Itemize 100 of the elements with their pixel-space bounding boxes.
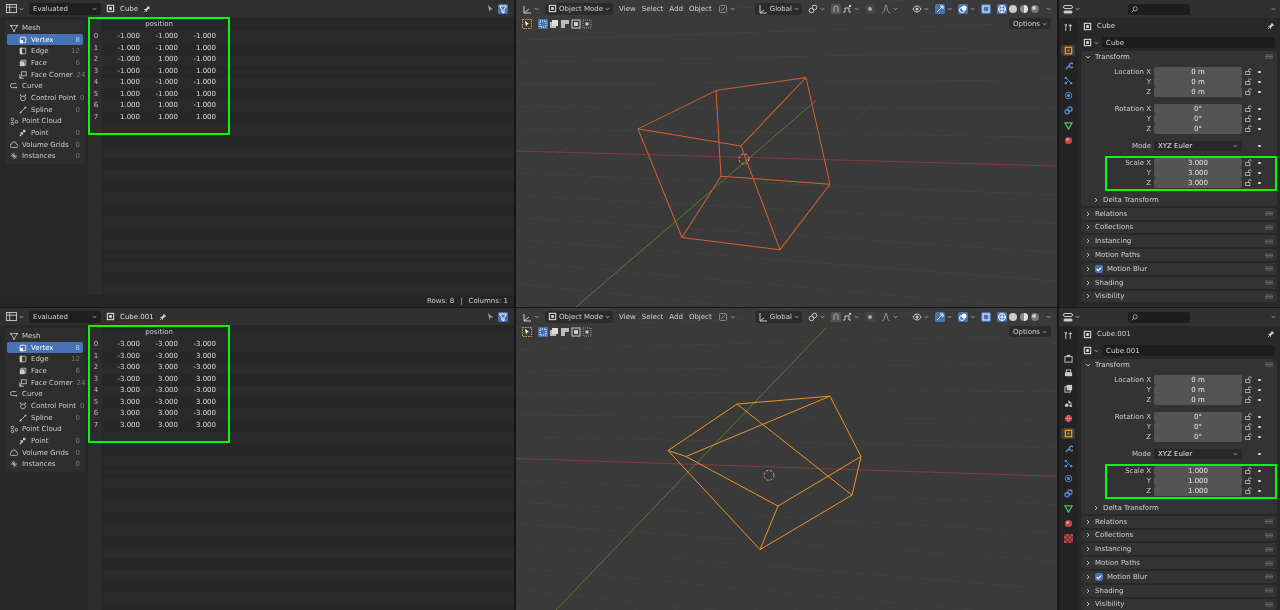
keyframe-dot[interactable] [1258,90,1261,94]
lock-icon[interactable] [1245,68,1252,76]
keyframe-dot[interactable] [1258,479,1261,483]
lock-icon[interactable] [1245,413,1252,421]
options-dropdown-button[interactable] [1271,7,1276,11]
keyframe-dot[interactable] [1258,425,1261,429]
editor-type-button[interactable] [1063,312,1080,322]
filter-icon[interactable] [498,3,508,14]
cursor-arrow-icon[interactable] [486,312,495,321]
snap-button[interactable] [842,3,860,14]
keyframe-dot[interactable] [1258,70,1261,74]
keyframe-dot[interactable] [1258,415,1261,419]
falloff-button[interactable] [881,3,899,14]
overlay-button[interactable] [958,3,975,14]
editor-type-button[interactable] [522,311,539,322]
intersect-selection-icon[interactable] [582,18,592,29]
select-box-icon[interactable] [522,18,532,29]
properties-tab[interactable] [1061,488,1075,499]
properties-tab[interactable] [1061,428,1075,439]
object-type-button[interactable] [1083,38,1099,47]
keyframe-dot[interactable] [1258,117,1261,121]
options-dropdown-button[interactable] [1271,315,1276,319]
pivot-point-button[interactable] [808,3,826,14]
properties-tab[interactable] [1061,353,1075,364]
keyframe-dot[interactable] [1258,80,1261,84]
lock-icon[interactable] [1245,169,1252,177]
keyframe-dot[interactable] [1258,378,1261,382]
rendered-sphere-icon[interactable] [1030,3,1040,14]
invert-selection-icon[interactable] [571,18,581,29]
gizmo-button[interactable] [935,3,952,14]
editor-type-button[interactable] [522,3,539,14]
subtract-selection-icon[interactable] [560,18,570,29]
material-sphere-icon[interactable] [1019,311,1029,322]
wireframe-sphere-icon[interactable] [997,311,1007,322]
proportional-icon[interactable] [865,311,876,322]
subtract-selection-icon[interactable] [560,326,570,337]
keyframe-dot[interactable] [1258,398,1261,402]
transform-pivot-button[interactable] [717,3,735,14]
transform-pivot-button[interactable] [717,311,735,322]
search-field[interactable] [1128,311,1190,323]
new-selection-icon[interactable] [538,18,548,29]
lock-icon[interactable] [1245,115,1252,123]
lock-icon[interactable] [1245,477,1252,485]
keyframe-dot[interactable] [1258,107,1261,111]
keyframe-dot[interactable] [1258,489,1261,493]
overlay-button[interactable] [958,311,975,322]
lock-icon[interactable] [1245,125,1252,133]
checkbox[interactable] [1095,572,1103,581]
lock-icon[interactable] [1245,386,1252,394]
lock-icon[interactable] [1245,396,1252,404]
properties-tab[interactable] [1061,383,1075,394]
keyframe-dot[interactable] [1258,127,1261,131]
invert-selection-icon[interactable] [571,326,581,337]
lock-icon[interactable] [1245,105,1252,113]
solid-sphere-icon[interactable] [1008,311,1018,322]
keyframe-dot[interactable] [1258,435,1261,439]
select-box-icon[interactable] [522,326,532,337]
rendered-sphere-icon[interactable] [1030,311,1040,322]
lock-icon[interactable] [1245,159,1252,167]
search-field[interactable] [1128,3,1190,15]
lock-icon[interactable] [1245,433,1252,441]
cube-wireframe[interactable] [667,395,862,551]
lock-icon[interactable] [1245,467,1252,475]
new-selection-icon[interactable] [538,326,548,337]
properties-tab[interactable] [1061,330,1075,341]
filter-icon[interactable] [498,311,508,322]
cursor-arrow-icon[interactable] [486,4,495,13]
keyframe-dot[interactable] [1258,144,1261,148]
xray-icon[interactable] [981,311,991,322]
keyframe-dot[interactable] [1258,388,1261,392]
editor-type-button[interactable] [6,312,24,321]
properties-tab[interactable] [1061,120,1075,131]
keyframe-dot[interactable] [1258,469,1261,473]
xray-icon[interactable] [981,3,991,14]
lock-icon[interactable] [1245,487,1252,495]
extend-selection-icon[interactable] [549,326,559,337]
properties-tab[interactable] [1061,45,1075,56]
magnet-icon[interactable] [831,3,842,14]
checkbox[interactable] [1095,264,1103,273]
magnet-icon[interactable] [831,311,842,322]
snap-button[interactable] [842,311,860,322]
keyframe-dot[interactable] [1258,452,1261,456]
falloff-button[interactable] [881,311,899,322]
pivot-point-button[interactable] [808,311,826,322]
lock-icon[interactable] [1245,376,1252,384]
intersect-selection-icon[interactable] [582,326,592,337]
properties-tab[interactable] [1061,105,1075,116]
lock-icon[interactable] [1245,88,1252,96]
material-sphere-icon[interactable] [1019,3,1029,14]
properties-tab[interactable] [1061,503,1075,514]
editor-type-button[interactable] [1063,4,1080,14]
lock-icon[interactable] [1245,423,1252,431]
properties-tab[interactable] [1061,22,1075,33]
visibility-button[interactable] [912,311,929,322]
keyframe-dot[interactable] [1258,171,1261,175]
lock-icon[interactable] [1245,78,1252,86]
keyframe-dot[interactable] [1258,161,1261,165]
extend-selection-icon[interactable] [549,18,559,29]
gizmo-button[interactable] [935,311,952,322]
proportional-icon[interactable] [865,3,876,14]
